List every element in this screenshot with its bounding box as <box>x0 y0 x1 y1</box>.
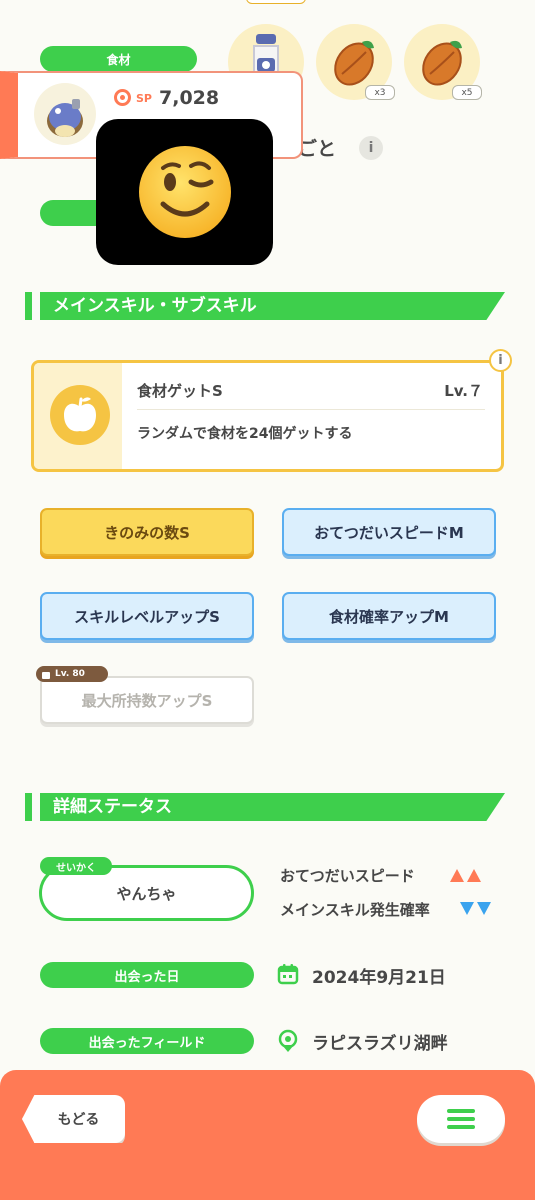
stat-down-icon <box>460 902 491 915</box>
main-skill-name: 食材ゲットS <box>137 382 223 400</box>
met-field-value: ラピスラズリ湖畔 <box>312 1034 448 1054</box>
sub-skill-skill-level-up[interactable]: スキルレベルアップS <box>40 592 254 640</box>
hamburger-menu-icon <box>447 1109 475 1129</box>
sub-skill-inventory-up-locked[interactable]: 最大所持数アップS <box>40 676 254 724</box>
apple-icon <box>50 385 110 445</box>
location-pin-icon <box>278 1029 298 1052</box>
back-button-label: もどる <box>57 1112 100 1128</box>
main-skill-card[interactable]: 食材ゲットS Lv.７ ランダムで食材を24個ゲットする <box>31 360 504 472</box>
main-skill-icon-area <box>34 363 122 469</box>
main-sub-skill-header: メインスキル・サブスキル <box>25 292 505 320</box>
sub-skill-berry-count[interactable]: きのみの数S <box>40 508 254 556</box>
sp-label: SP <box>136 92 152 105</box>
main-skill-level: Lv.７ <box>444 382 483 400</box>
sub-skill-help-speed[interactable]: おてつだいスピードM <box>282 508 496 556</box>
back-button[interactable]: もどる <box>22 1095 125 1143</box>
emoji-overlay <box>96 119 273 265</box>
bottom-navigation-bar: もどる <box>0 1070 535 1200</box>
nature-up-stat: おてつだいスピード <box>280 867 415 885</box>
skill-info-icon[interactable]: i <box>489 349 512 372</box>
main-skill-divider <box>137 409 485 410</box>
met-field-label: 出会ったフィールド <box>40 1028 254 1054</box>
stat-up-icon <box>450 869 481 882</box>
lock-level-badge: Lv. 80 <box>36 666 108 682</box>
met-date-label: 出会った日 <box>40 962 254 988</box>
main-sub-skill-title: メインスキル・サブスキル <box>53 296 257 316</box>
nature-value: やんちゃ <box>116 884 177 903</box>
top-partial-badge <box>246 0 306 4</box>
main-skill-description: ランダムで食材を24個ゲットする <box>137 426 353 442</box>
nature-down-stat: メインスキル発生確率 <box>280 901 430 919</box>
winking-face-icon <box>138 146 231 238</box>
pokemon-avatar <box>34 83 96 145</box>
info-icon[interactable]: i <box>359 136 383 160</box>
detail-status-header: 詳細ステータス <box>25 793 505 821</box>
calendar-icon <box>277 964 299 985</box>
detail-status-title: 詳細ステータス <box>53 797 172 817</box>
menu-button[interactable] <box>417 1095 505 1143</box>
partial-heading-text: ごと <box>298 138 337 160</box>
sp-icon <box>114 89 131 106</box>
lock-icon <box>42 671 50 679</box>
sp-value: 7,028 <box>159 87 220 109</box>
lock-level-text: Lv. 80 <box>55 669 85 679</box>
sub-skill-ingredient-finder[interactable]: 食材確率アップM <box>282 592 496 640</box>
nature-tag: せいかく <box>40 857 112 875</box>
ingredients-label: 食材 <box>40 46 197 72</box>
ingredient-count-2: x3 <box>365 85 395 100</box>
met-date-value: 2024年9月21日 <box>312 968 446 988</box>
ingredient-count-3: x5 <box>452 85 482 100</box>
